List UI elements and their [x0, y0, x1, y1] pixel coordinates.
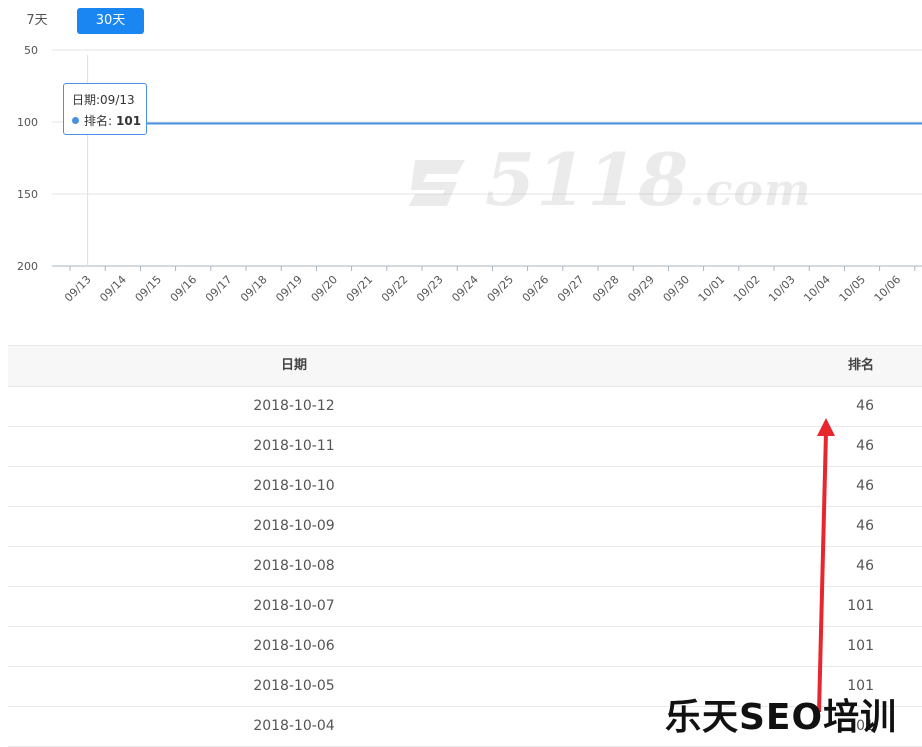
- watermark-s-icon: [409, 160, 465, 206]
- x-tick-label: 09/18: [238, 273, 270, 305]
- table-row: 2018-10-11 46: [8, 427, 922, 467]
- x-tick-label: 09/15: [133, 273, 165, 305]
- row-date: 2018-10-07: [253, 598, 335, 614]
- brand-watermark-text: 乐天SEO培训: [665, 697, 898, 738]
- row-rank: 101: [847, 598, 874, 614]
- x-tick-label: 09/27: [555, 273, 587, 305]
- x-tick-label: 09/23: [414, 273, 446, 305]
- tooltip-date: 日期:09/13: [72, 93, 135, 107]
- row-rank: 46: [856, 438, 874, 454]
- rank-table: 日期 排名 2018-10-12 46 2018-10-11 46 2018-10-10…: [8, 345, 922, 747]
- watermark-text: 5118.com: [485, 137, 812, 222]
- x-tick-label: 09/21: [344, 273, 376, 305]
- watermark-logo: 5118.com: [405, 140, 810, 220]
- table-body: 2018-10-12 46 2018-10-11 46 2018-10-10 46 2018…: [8, 387, 922, 747]
- table-row: 2018-10-10 46: [8, 467, 922, 507]
- x-tick-label: 10/03: [766, 273, 798, 305]
- row-rank: 46: [856, 398, 874, 414]
- row-rank: 101: [847, 638, 874, 654]
- x-tick-label: 10/06: [872, 273, 904, 305]
- x-tick-label: 09/25: [485, 273, 517, 305]
- x-tick-label: 09/28: [590, 273, 622, 305]
- row-date: 2018-10-12: [253, 398, 335, 414]
- header-rank[interactable]: 排名: [580, 346, 922, 386]
- row-date: 2018-10-08: [253, 558, 335, 574]
- y-tick-label: 50: [24, 44, 38, 57]
- series-dot-icon: [72, 117, 79, 124]
- tooltip-rank-value: 101: [116, 113, 142, 128]
- x-tick-label: 09/22: [379, 273, 411, 305]
- x-tick-label: 09/20: [309, 273, 341, 305]
- x-tick-label: 09/24: [449, 273, 481, 305]
- y-tick-label: 200: [17, 260, 38, 273]
- x-tick-label: 09/16: [168, 273, 200, 305]
- row-date: 2018-10-10: [253, 478, 335, 494]
- x-tick-label: 10/05: [837, 273, 869, 305]
- table-row: 2018-10-12 46: [8, 387, 922, 427]
- x-tick-label: 09/17: [203, 273, 235, 305]
- y-tick-label: 150: [17, 188, 38, 201]
- row-date: 2018-10-11: [253, 438, 335, 454]
- table-row: 2018-10-09 46: [8, 507, 922, 547]
- x-tick-label: 09/29: [625, 273, 657, 305]
- row-date: 2018-10-04: [253, 718, 335, 734]
- tooltip-rank-label: 排名:: [84, 114, 113, 128]
- x-tick-label: 09/13: [62, 273, 94, 305]
- row-rank: 46: [856, 558, 874, 574]
- row-date: 2018-10-09: [253, 518, 335, 534]
- header-date[interactable]: 日期: [8, 346, 580, 386]
- x-tick-label: 09/30: [661, 273, 693, 305]
- x-tick-label: 10/04: [801, 273, 833, 305]
- range-tabs: 7天 30天: [14, 8, 144, 34]
- table-row: 2018-10-07 101: [8, 587, 922, 627]
- table-row: 2018-10-06 101: [8, 627, 922, 667]
- row-rank: 46: [856, 478, 874, 494]
- x-tick-label: 10/02: [731, 273, 763, 305]
- x-tick-label: 09/19: [273, 273, 305, 305]
- row-date: 2018-10-06: [253, 638, 335, 654]
- x-tick-label: 09/14: [97, 273, 129, 305]
- row-date: 2018-10-05: [253, 678, 335, 694]
- x-tick-label: 09/26: [520, 273, 552, 305]
- tab-7-days[interactable]: 7天: [14, 8, 60, 34]
- row-rank: 46: [856, 518, 874, 534]
- tab-30-days[interactable]: 30天: [77, 8, 144, 34]
- chart-tooltip: 日期:09/13 排名: 101: [63, 83, 147, 135]
- y-tick-label: 100: [17, 116, 38, 129]
- table-header: 日期 排名: [8, 346, 922, 387]
- x-tick-label: 10/01: [696, 273, 728, 305]
- table-row: 2018-10-08 46: [8, 547, 922, 587]
- tooltip-rank-row: 排名: 101: [72, 112, 146, 129]
